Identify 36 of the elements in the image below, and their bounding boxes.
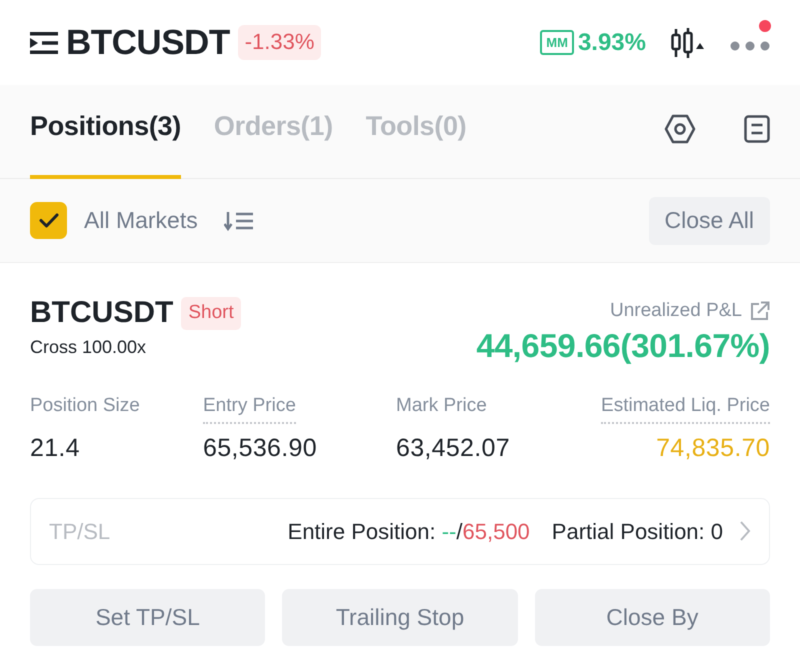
all-markets-checkbox[interactable] [30,202,67,239]
check-icon [38,213,58,228]
field-label: Position Size [30,394,140,418]
margin-mode-text: Cross 100.00x [30,336,148,359]
action-button[interactable]: Set TP/SL [30,588,266,646]
field-label[interactable]: Estimated Liq. Price [601,392,770,424]
position-symbol: BTCUSDT [30,298,174,328]
pnl-label: Unrealized P&L [610,299,742,323]
menu-icon[interactable] [30,32,58,54]
field-value: 63,452.07 [396,433,511,464]
field-label[interactable]: Entry Price [203,392,296,424]
all-markets-label: All Markets [84,206,198,236]
field-label: Mark Price [396,394,487,418]
sort-icon[interactable] [224,210,254,230]
symbol-title: BTCUSDT [66,25,230,60]
margin-ratio-tag: MM [540,30,574,55]
action-button[interactable]: Trailing Stop [282,588,518,646]
tab[interactable]: Positions(3) [30,85,181,179]
tpsl-row[interactable]: TP/SL Entire Position: --/65,500 Partial Position: 0 [30,498,770,565]
external-link-icon[interactable] [750,301,770,322]
field-value: 65,536.90 [203,433,318,464]
more-icon[interactable] [730,41,770,52]
short-tag: Short [181,297,241,330]
document-icon[interactable] [744,114,770,142]
margin-ratio-value: 3.93% [578,28,646,58]
chevron-right-icon [739,520,751,542]
tpsl-label: TP/SL [49,518,110,546]
price-change-badge: -1.33% [238,25,322,60]
pnl-value: 44,659.66(301.67%) [476,328,770,364]
candlestick-icon[interactable] [670,28,706,58]
action-button[interactable]: Close By [534,588,770,646]
field-value: 21.4 [30,433,81,464]
field-value: 74,835.70 [655,433,770,464]
tpsl-summary: Entire Position: --/65,500 Partial Position: 0 [288,518,723,546]
settings-icon[interactable] [664,114,696,144]
close-all-button[interactable]: Close All [648,196,770,244]
